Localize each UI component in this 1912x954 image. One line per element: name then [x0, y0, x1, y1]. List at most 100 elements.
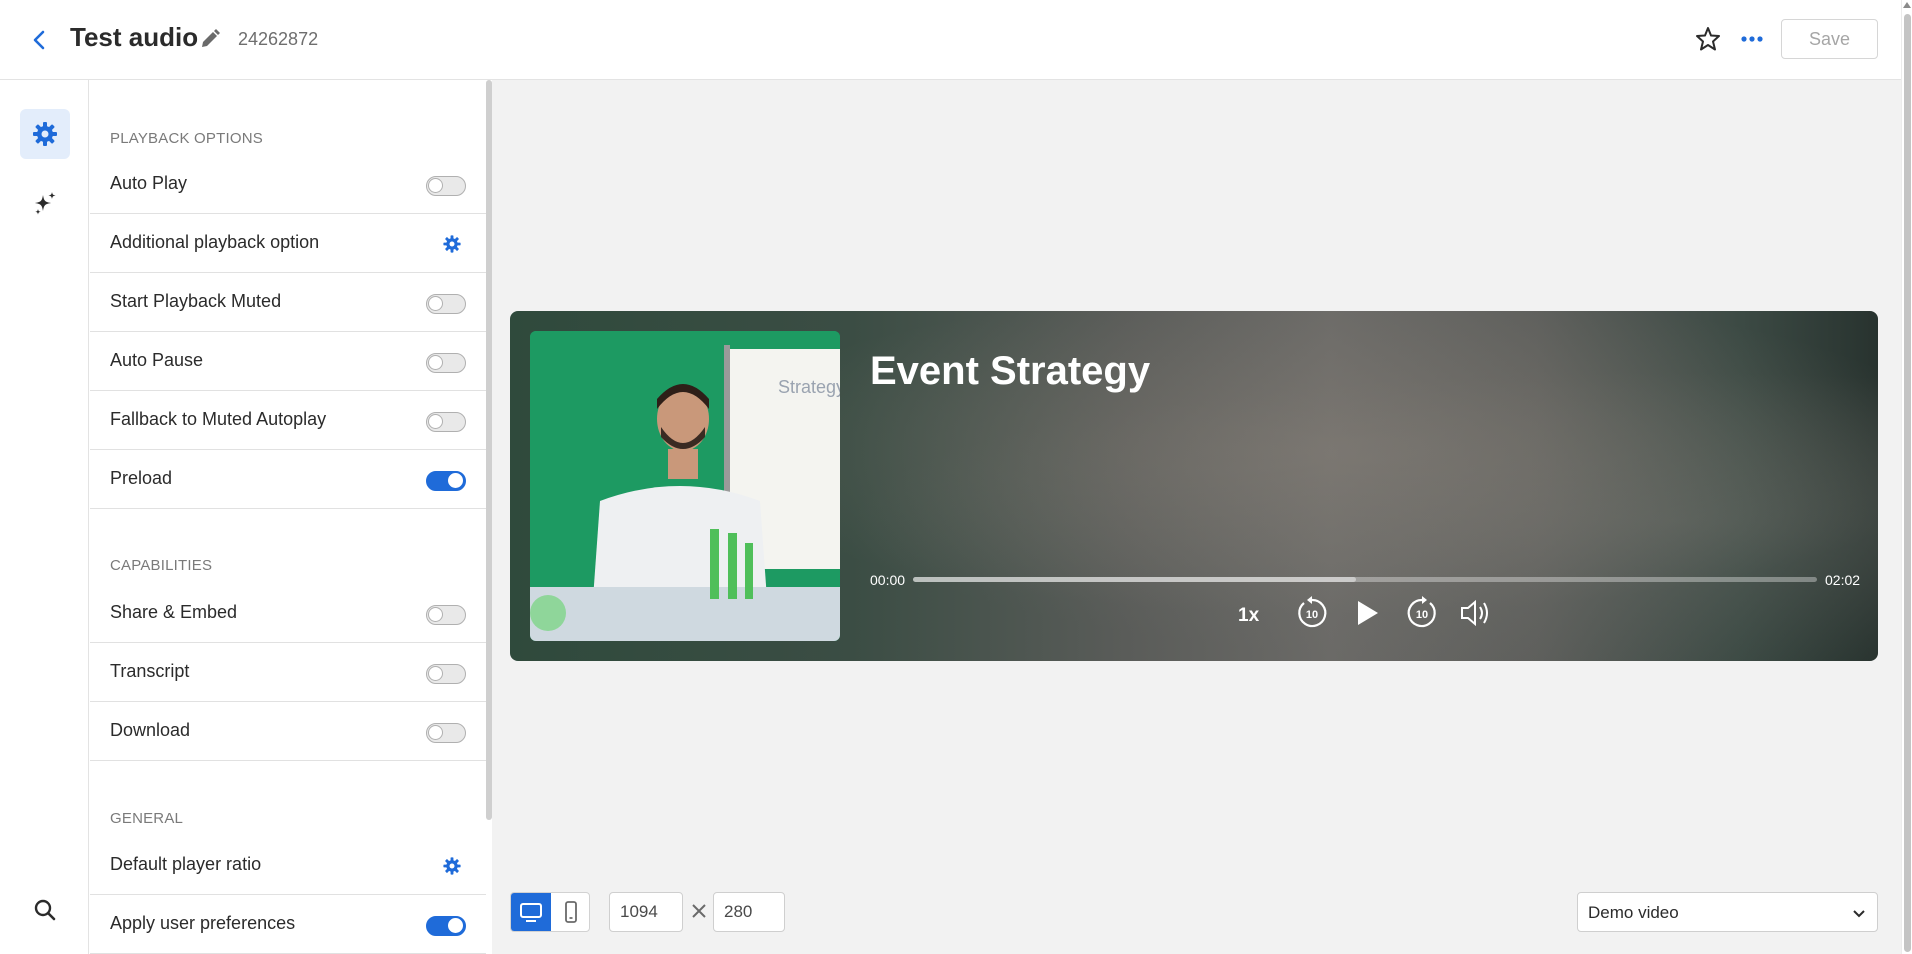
forward-10-button[interactable]: 10: [1402, 593, 1442, 633]
left-rail: [0, 80, 89, 954]
start-muted-toggle[interactable]: [426, 294, 466, 314]
save-button[interactable]: Save: [1781, 19, 1878, 59]
forward-10-icon: 10: [1407, 596, 1436, 628]
setting-row-share-embed: Share & Embed: [90, 585, 486, 643]
auto-play-toggle[interactable]: [426, 176, 466, 196]
star-icon: [1696, 27, 1720, 51]
settings-panel: PLAYBACK OPTIONS Auto Play Additional pl…: [90, 80, 488, 954]
setting-label: Preload: [110, 468, 173, 488]
setting-label: Transcript: [110, 661, 190, 681]
share-embed-toggle[interactable]: [426, 605, 466, 625]
setting-row-start-muted: Start Playback Muted: [90, 274, 486, 332]
setting-row-additional-playback: Additional playback option: [90, 215, 486, 273]
fallback-muted-toggle[interactable]: [426, 412, 466, 432]
width-input[interactable]: [609, 892, 683, 932]
rail-search-button[interactable]: [30, 895, 60, 925]
more-options-button[interactable]: [1737, 24, 1767, 54]
volume-button[interactable]: [1456, 593, 1496, 633]
setting-label: Share & Embed: [110, 602, 238, 622]
transcript-toggle[interactable]: [426, 664, 466, 684]
player-title: Event Strategy: [870, 349, 1151, 393]
rewind-10-icon: 10: [1298, 596, 1327, 628]
setting-row-transcript: Transcript: [90, 644, 486, 702]
volume-icon: [1461, 599, 1488, 627]
section-title-playback: PLAYBACK OPTIONS: [110, 130, 263, 147]
setting-label: Fallback to Muted Autoplay: [110, 409, 327, 429]
scrollbar-thumb[interactable]: [1904, 14, 1911, 952]
header: Test audio 24262872 Save: [0, 0, 1912, 80]
setting-label: Default player ratio: [110, 854, 262, 874]
toggle-knob: [428, 666, 443, 681]
section-title-general: GENERAL: [110, 810, 184, 827]
mobile-view-button[interactable]: [551, 893, 589, 931]
whiteboard-text: Strategy: [778, 377, 840, 397]
setting-row-auto-pause: Auto Pause: [90, 333, 486, 391]
page-title: Test audio: [70, 22, 199, 52]
setting-label: Download: [110, 720, 191, 740]
page-scrollbar[interactable]: [1901, 0, 1912, 954]
setting-row-auto-play: Auto Play: [90, 156, 486, 214]
play-button[interactable]: [1346, 593, 1386, 633]
svg-text:10: 10: [1416, 609, 1428, 621]
preview-source-select[interactable]: Demo video: [1577, 892, 1878, 932]
total-time: 02:02: [1825, 572, 1861, 588]
playback-rate-button[interactable]: 1x: [1238, 605, 1259, 627]
gear-icon: [443, 235, 461, 253]
setting-label: Auto Pause: [110, 350, 204, 370]
setting-label: Auto Play: [110, 173, 188, 193]
chevron-down-icon: [1853, 910, 1865, 918]
section-title-capabilities: CAPABILITIES: [110, 557, 213, 574]
setting-label: Start Playback Muted: [110, 291, 282, 311]
chevron-left-icon: [33, 30, 45, 50]
sparkles-icon: [35, 192, 56, 215]
favorite-button[interactable]: [1693, 24, 1723, 54]
toggle-knob: [448, 473, 463, 488]
scroll-up-arrow[interactable]: [1903, 2, 1911, 8]
play-icon: [1358, 601, 1378, 625]
desktop-icon: [520, 903, 542, 922]
device-toggle-group: [510, 892, 590, 932]
progress-bar[interactable]: [913, 577, 1817, 582]
height-input[interactable]: [713, 892, 785, 932]
preload-toggle[interactable]: [426, 471, 466, 491]
back-button[interactable]: [28, 26, 52, 54]
toggle-knob: [428, 414, 443, 429]
gear-icon: [443, 857, 461, 875]
mobile-icon: [565, 901, 577, 923]
toggle-knob: [428, 607, 443, 622]
presenter-image: Strategy: [530, 331, 840, 641]
progress-fill: [913, 577, 1356, 582]
toggle-knob: [428, 296, 443, 311]
current-time: 00:00: [870, 572, 906, 588]
rewind-10-button[interactable]: 10: [1292, 593, 1332, 633]
setting-label: Additional playback option: [110, 232, 320, 252]
search-icon: [34, 899, 56, 921]
toggle-knob: [428, 178, 443, 193]
pencil-icon: [202, 29, 220, 47]
gear-icon: [33, 122, 57, 146]
edit-title-button[interactable]: [198, 27, 222, 51]
additional-playback-settings-button[interactable]: [442, 234, 462, 254]
setting-row-download: Download: [90, 703, 486, 761]
desktop-view-button[interactable]: [511, 893, 551, 931]
user-preferences-toggle[interactable]: [426, 916, 466, 936]
rail-settings-button[interactable]: [20, 109, 70, 159]
player-ratio-settings-button[interactable]: [442, 856, 462, 876]
toggle-knob: [448, 918, 463, 933]
setting-row-fallback-muted: Fallback to Muted Autoplay: [90, 392, 486, 450]
setting-label: Apply user preferences: [110, 913, 296, 933]
setting-row-player-ratio: Default player ratio: [90, 837, 486, 895]
video-thumbnail: Strategy: [530, 331, 840, 641]
rail-ai-button[interactable]: [20, 179, 70, 229]
ellipsis-icon: [1741, 36, 1763, 42]
setting-row-preload: Preload: [90, 451, 486, 509]
audio-player: Strategy Event Strategy 00:00 02:02 1x 1…: [510, 311, 1878, 661]
svg-text:10: 10: [1306, 609, 1318, 621]
auto-pause-toggle[interactable]: [426, 353, 466, 373]
toggle-knob: [428, 725, 443, 740]
select-value: Demo video: [1588, 903, 1679, 922]
download-toggle[interactable]: [426, 723, 466, 743]
toggle-knob: [428, 355, 443, 370]
media-id: 24262872: [238, 29, 319, 49]
setting-row-user-preferences: Apply user preferences: [90, 896, 486, 954]
